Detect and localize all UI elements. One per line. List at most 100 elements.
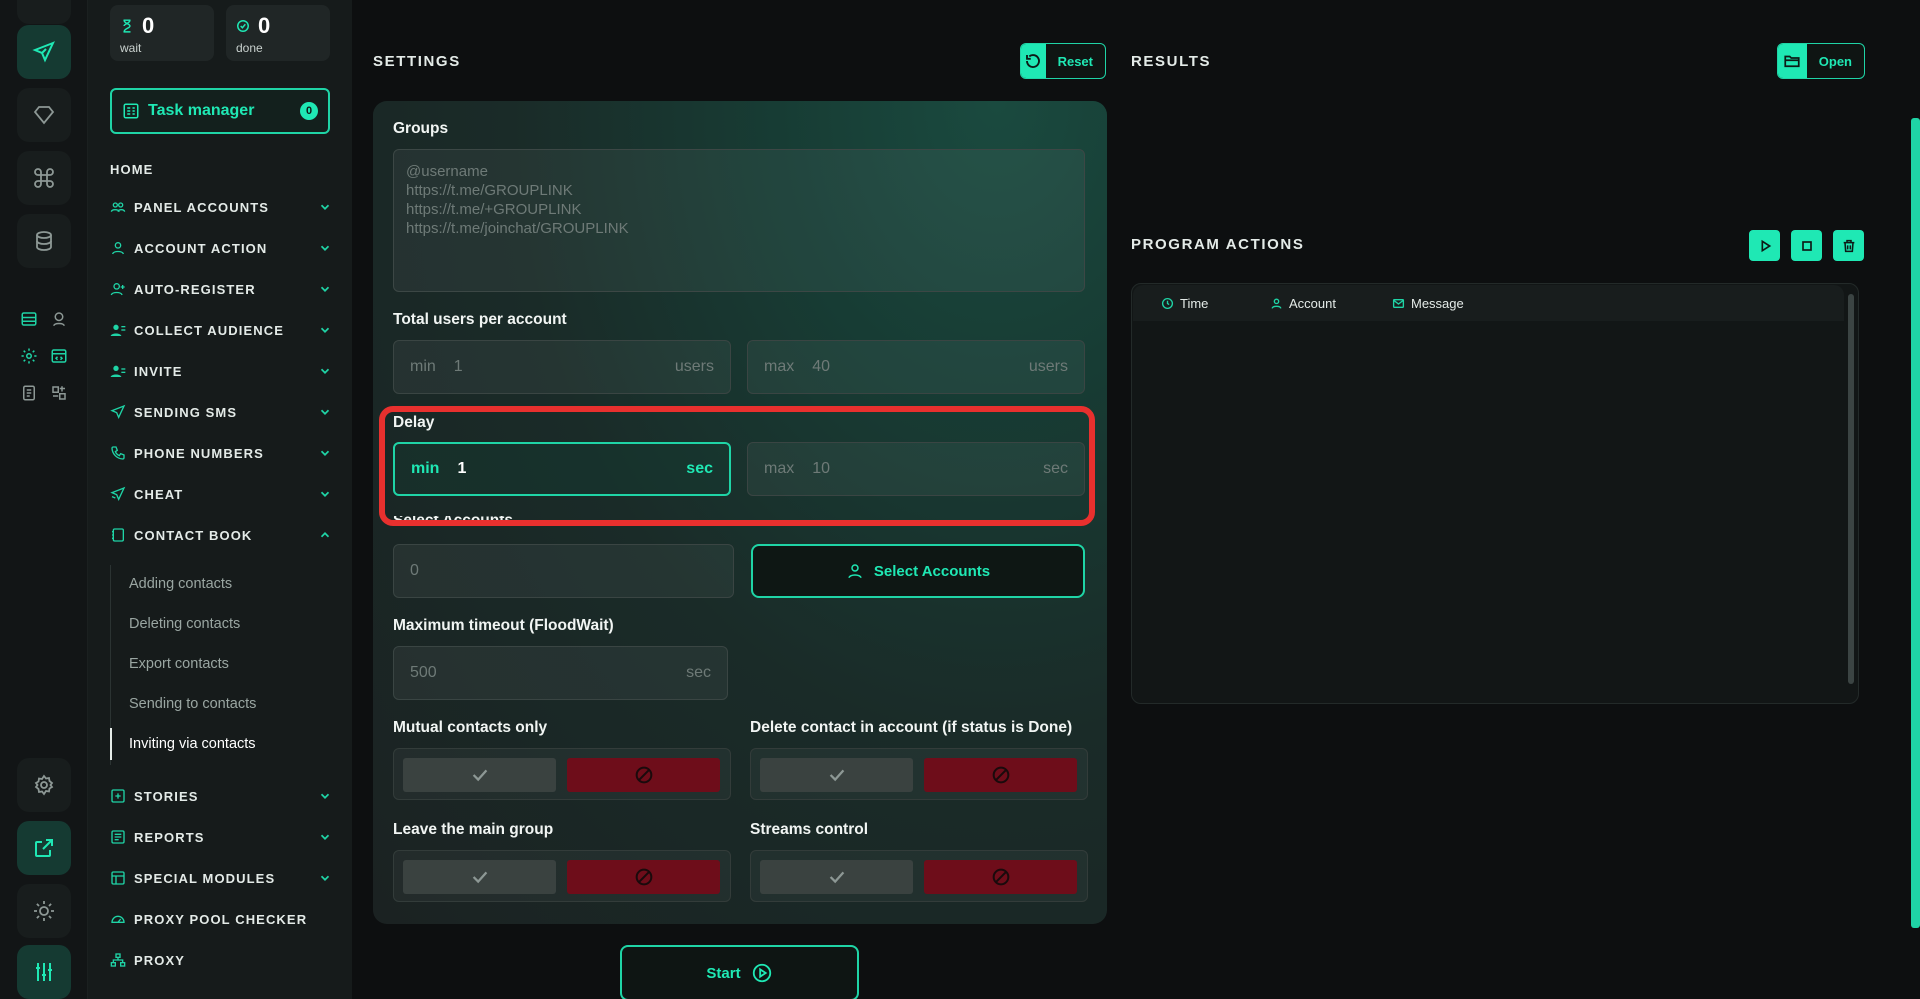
nav-sending-sms[interactable]: SENDING SMS — [110, 397, 332, 427]
user-list-icon — [110, 324, 126, 336]
log-col-account-label: Account — [1289, 296, 1336, 311]
nav-proxy-pool-checker[interactable]: PROXY POOL CHECKER — [110, 904, 332, 934]
settings-cog-icon — [34, 774, 54, 796]
mutual-yes-button[interactable] — [403, 758, 556, 792]
user-pin-icon — [53, 312, 65, 327]
icon-rail — [0, 0, 88, 999]
rail-sliders-button[interactable] — [17, 945, 71, 999]
ban-icon — [635, 766, 652, 784]
rail-grid-button[interactable] — [48, 382, 70, 404]
rail-gear-button[interactable] — [18, 345, 40, 367]
streams-no-button[interactable] — [924, 860, 1077, 894]
sub-export-contacts[interactable]: Export contacts — [129, 649, 229, 679]
sub-deleting-contacts[interactable]: Deleting contacts — [129, 609, 240, 639]
nav-special-modules[interactable]: SPECIAL MODULES — [110, 863, 332, 893]
rail-user-pin-button[interactable] — [48, 308, 70, 330]
timeout-label: Maximum timeout (FloodWait) — [393, 617, 614, 634]
task-manager-button[interactable]: Task manager 0 — [110, 88, 330, 134]
sub-sending-to-contacts[interactable]: Sending to contacts — [129, 689, 256, 719]
results-title: RESULTS — [1131, 53, 1212, 70]
users-min-input[interactable]: min 1 users — [393, 340, 731, 394]
program-actions-log[interactable]: Time Account Message — [1131, 283, 1859, 704]
folder-icon — [1784, 55, 1800, 68]
delete-contact-yes-button[interactable] — [760, 758, 913, 792]
start-button[interactable]: Start — [620, 945, 859, 999]
task-manager-badge: 0 — [300, 102, 318, 120]
nav-collect-audience-label: COLLECT AUDIENCE — [134, 322, 285, 338]
groups-textarea[interactable]: @username https://t.me/GROUPLINK https:/… — [393, 149, 1085, 292]
sub-adding-contacts[interactable]: Adding contacts — [129, 569, 232, 599]
delay-max-input[interactable]: max 10 sec — [747, 442, 1085, 496]
nav-panel-accounts[interactable]: PANEL ACCOUNTS — [110, 192, 332, 222]
streams-label: Streams control — [750, 821, 869, 838]
rail-settings-button[interactable] — [17, 758, 71, 812]
list-icon — [21, 312, 37, 326]
delay-max-prefix: max — [764, 460, 795, 477]
send-stack-icon — [110, 486, 126, 501]
nav-collect-audience[interactable]: COLLECT AUDIENCE — [110, 315, 332, 345]
select-accounts-button[interactable]: Select Accounts — [751, 544, 1085, 598]
log-scrollbar[interactable] — [1848, 294, 1854, 684]
users-max-input[interactable]: max 40 users — [747, 340, 1085, 394]
leave-group-no-button[interactable] — [567, 860, 720, 894]
delay-max-suffix: sec — [1043, 460, 1068, 477]
rail-code-window-button[interactable] — [48, 345, 70, 367]
rail-command-button[interactable] — [17, 151, 71, 205]
send-icon — [110, 404, 126, 419]
nav-invite-label: INVITE — [134, 363, 183, 379]
user-icon — [848, 564, 862, 579]
check-icon — [472, 871, 487, 884]
nav-home[interactable]: HOME — [110, 154, 332, 184]
nav-proxy[interactable]: PROXY — [110, 945, 332, 975]
rail-database-button[interactable] — [17, 214, 71, 268]
delay-min-input[interactable]: min 1 sec — [393, 442, 731, 496]
chevron-down-icon — [320, 286, 330, 292]
page-scrollbar[interactable] — [1911, 118, 1920, 928]
nav-contact-book[interactable]: CONTACT BOOK — [110, 520, 332, 550]
nav-special-modules-label: SPECIAL MODULES — [134, 870, 276, 886]
reset-label: Reset — [1057, 53, 1093, 69]
reset-button[interactable]: Reset — [1020, 43, 1106, 79]
rail-theme-button[interactable] — [17, 884, 71, 938]
nav-cheat[interactable]: CHEAT — [110, 479, 332, 509]
delay-label: Delay — [393, 414, 435, 431]
clock-icon — [1161, 297, 1174, 310]
rail-document-button[interactable] — [18, 382, 40, 404]
nav-account-action[interactable]: ACCOUNT ACTION — [110, 233, 332, 263]
sliders-icon — [36, 963, 52, 981]
sub-inviting-via-contacts[interactable]: Inviting via contacts — [129, 729, 256, 759]
nav-stories[interactable]: STORIES — [110, 781, 332, 811]
check-icon — [829, 871, 844, 884]
trash-icon — [1843, 239, 1854, 252]
plus-square-icon — [111, 789, 125, 803]
contact-book-icon — [112, 528, 124, 542]
gauge-icon — [111, 915, 125, 923]
rail-send-button[interactable] — [17, 25, 71, 79]
timeout-input[interactable]: 500 sec — [393, 646, 728, 700]
stop-action-button[interactable] — [1791, 230, 1822, 261]
nav-phone-numbers[interactable]: PHONE NUMBERS — [110, 438, 332, 468]
delay-min-suffix: sec — [686, 460, 713, 477]
open-results-button[interactable]: Open — [1777, 43, 1865, 79]
delay-min-prefix: min — [411, 460, 440, 477]
leave-group-yes-button[interactable] — [403, 860, 556, 894]
rail-top-button[interactable] — [17, 0, 71, 24]
delete-contact-no-button[interactable] — [924, 758, 1077, 792]
nav-invite[interactable]: INVITE — [110, 356, 332, 386]
chevron-down-icon — [320, 409, 330, 415]
nav-auto-register[interactable]: AUTO-REGISTER — [110, 274, 332, 304]
rail-list-icon-button[interactable] — [18, 308, 40, 330]
rail-external-link-button[interactable] — [17, 821, 71, 875]
nav-account-action-label: ACCOUNT ACTION — [134, 240, 268, 256]
rail-diamond-button[interactable] — [17, 88, 71, 142]
streams-yes-button[interactable] — [760, 860, 913, 894]
clear-action-button[interactable] — [1833, 230, 1864, 261]
nav-proxy-label: PROXY — [134, 952, 186, 968]
nav-reports[interactable]: REPORTS — [110, 822, 332, 852]
external-link-icon — [35, 839, 53, 857]
log-col-message-label: Message — [1411, 296, 1464, 311]
ban-icon — [992, 766, 1009, 784]
mutual-no-button[interactable] — [567, 758, 720, 792]
task-manager-label: Task manager — [148, 102, 255, 119]
play-action-button[interactable] — [1749, 230, 1780, 261]
